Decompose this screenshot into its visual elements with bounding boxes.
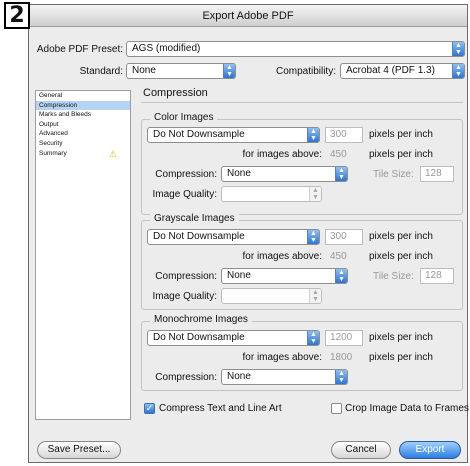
standard-popup[interactable]: None ▲ ▼ [126, 63, 236, 79]
compress-text-label: Compress Text and Line Art [159, 403, 282, 414]
color-quality-popup[interactable]: ▲ ▼ [221, 186, 322, 202]
popup-arrows-icon: ▲ ▼ [307, 331, 319, 345]
popup-arrows-icon: ▲ ▼ [223, 64, 235, 78]
color-above-value: 450 [330, 149, 347, 160]
popup-arrows-icon: ▲ ▼ [335, 167, 347, 181]
step-number-badge: 2 [4, 2, 30, 29]
popup-arrows-icon: ▲ ▼ [307, 230, 319, 244]
mono-downsample-popup[interactable]: Do Not Downsample ▲ ▼ [147, 330, 320, 346]
save-preset-button[interactable]: Save Preset... [37, 441, 121, 459]
group-title: Grayscale Images [150, 213, 239, 224]
grayscale-downsample-popup[interactable]: Do Not Downsample ▲ ▼ [147, 229, 320, 245]
crop-image-checkbox[interactable] [331, 403, 342, 414]
preset-value: AGS (modified) [132, 43, 201, 54]
color-ppi-unit: pixels per inch [369, 129, 433, 140]
mono-above-unit: pixels per inch [369, 352, 433, 363]
grayscale-compression-value: None [227, 270, 251, 281]
group-title: Monochrome Images [150, 314, 252, 325]
sidebar-item-compression[interactable]: Compression [36, 100, 130, 111]
color-compression-label: Compression: [155, 169, 217, 180]
color-compression-popup[interactable]: None ▲ ▼ [221, 166, 348, 182]
grayscale-quality-label: Image Quality: [152, 291, 217, 302]
sidebar-item-security[interactable]: Security [36, 139, 130, 149]
sidebar-item-label: Summary [39, 149, 67, 157]
grayscale-ppi-field[interactable]: 300 [325, 229, 363, 245]
color-compression-value: None [227, 168, 251, 179]
popup-arrows-icon: ▲ ▼ [307, 128, 319, 142]
grayscale-tile-label: Tile Size: [373, 271, 414, 282]
grayscale-ppi-unit: pixels per inch [369, 231, 433, 242]
crop-image-label: Crop Image Data to Frames [345, 403, 469, 414]
mono-downsample-value: Do Not Downsample [153, 332, 245, 343]
preset-popup[interactable]: AGS (modified) ▲ ▼ [126, 41, 465, 57]
mono-compression-value: None [227, 371, 251, 382]
mono-ppi-field[interactable]: 1200 [325, 330, 363, 346]
color-above-label: for images above: [242, 149, 323, 160]
settings-category-list: General Compression Marks and Bleeds Out… [35, 90, 131, 420]
color-quality-label: Image Quality: [152, 189, 217, 200]
popup-arrows-icon: ▲ ▼ [309, 289, 321, 303]
dialog-title: Export Adobe PDF [29, 5, 467, 27]
title-divider [141, 102, 463, 103]
color-downsample-value: Do Not Downsample [153, 129, 245, 140]
mono-compression-label: Compression: [155, 372, 217, 383]
mono-compression-popup[interactable]: None ▲ ▼ [221, 369, 348, 385]
popup-arrows-icon: ▲ ▼ [309, 187, 321, 201]
popup-arrows-icon: ▲ ▼ [452, 42, 464, 56]
page-title: Compression [143, 87, 208, 99]
warning-icon: ⚠ [108, 148, 117, 159]
popup-arrows-icon: ▲ ▼ [335, 370, 347, 384]
export-button[interactable]: Export [399, 441, 461, 459]
mono-above-value: 1800 [330, 352, 353, 363]
grayscale-tile-field[interactable]: 128 [420, 268, 454, 284]
grayscale-compression-label: Compression: [155, 271, 217, 282]
grayscale-above-label: for images above: [242, 251, 323, 262]
sidebar-item-marks-and-bleeds[interactable]: Marks and Bleeds [36, 110, 130, 120]
export-pdf-dialog: Export Adobe PDF Adobe PDF Preset: AGS (… [28, 4, 469, 463]
compatibility-label: Compatibility: [275, 66, 336, 77]
sidebar-item-summary[interactable]: Summary ⚠ [36, 149, 130, 159]
popup-arrows-icon: ▲ ▼ [335, 269, 347, 283]
preset-label: Adobe PDF Preset: [36, 44, 123, 55]
popup-arrows-icon: ▲ ▼ [452, 64, 464, 78]
color-ppi-field[interactable]: 300 [325, 127, 363, 143]
group-title: Color Images [150, 112, 218, 123]
standard-label: Standard: [79, 66, 123, 77]
grayscale-above-unit: pixels per inch [369, 251, 433, 262]
color-tile-field[interactable]: 128 [420, 166, 454, 182]
color-tile-label: Tile Size: [373, 169, 414, 180]
compress-text-checkbox[interactable]: ✓ [144, 403, 155, 414]
cancel-button[interactable]: Cancel [331, 441, 391, 459]
mono-above-label: for images above: [242, 352, 323, 363]
color-downsample-popup[interactable]: Do Not Downsample ▲ ▼ [147, 127, 320, 143]
standard-value: None [132, 65, 156, 76]
sidebar-item-general[interactable]: General [36, 91, 130, 101]
color-above-unit: pixels per inch [369, 149, 433, 160]
grayscale-downsample-value: Do Not Downsample [153, 231, 245, 242]
compatibility-value: Acrobat 4 (PDF 1.3) [346, 65, 435, 76]
grayscale-compression-popup[interactable]: None ▲ ▼ [221, 268, 348, 284]
sidebar-item-output[interactable]: Output [36, 120, 130, 130]
compatibility-popup[interactable]: Acrobat 4 (PDF 1.3) ▲ ▼ [340, 63, 465, 79]
grayscale-above-value: 450 [330, 251, 347, 262]
sidebar-item-advanced[interactable]: Advanced [36, 129, 130, 139]
mono-ppi-unit: pixels per inch [369, 332, 433, 343]
grayscale-quality-popup[interactable]: ▲ ▼ [221, 288, 322, 304]
